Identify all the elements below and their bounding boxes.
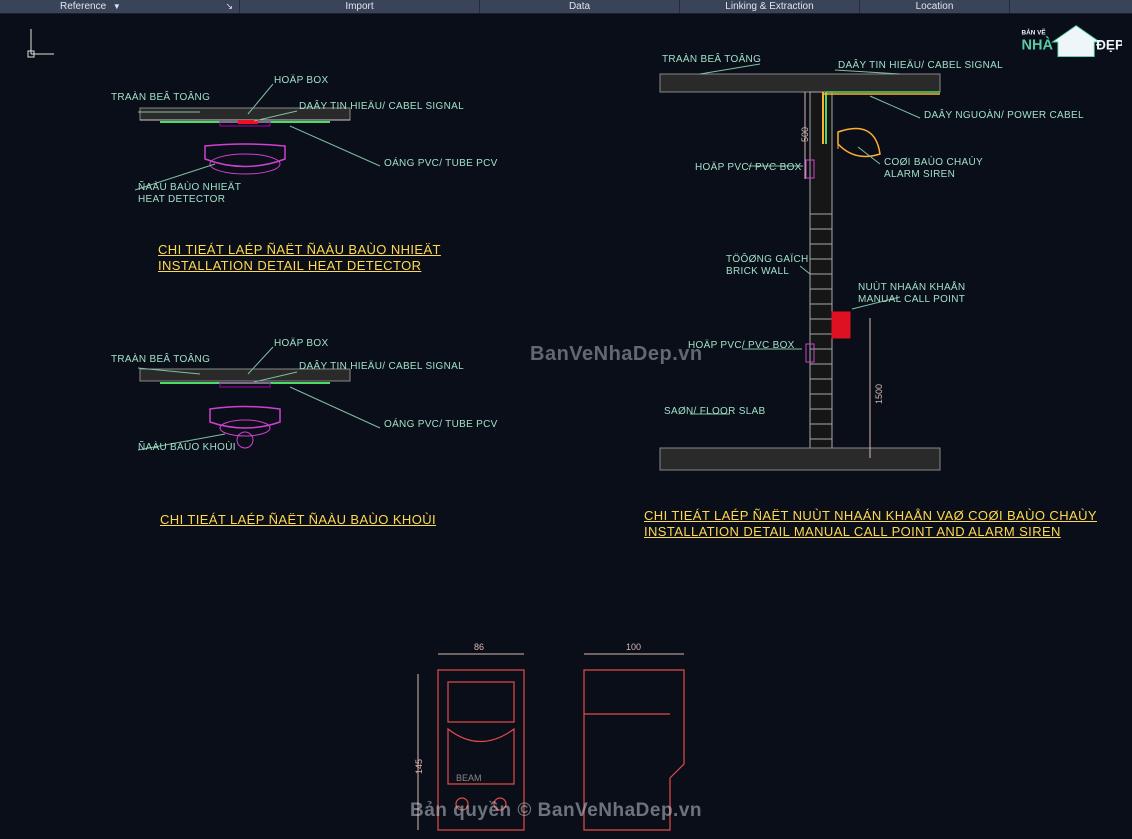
lbl2-ceiling: TRAÀN BEÂ TOÂNG <box>111 354 210 365</box>
ribbon-linking[interactable]: Linking & Extraction <box>680 0 860 13</box>
ribbon-reference[interactable]: Reference ▼ ↘ <box>0 0 240 13</box>
lbl3-pvc: HOÄP PVC/ PVC BOX <box>695 162 802 173</box>
ribbon-label: Import <box>345 1 373 12</box>
title-mcp1: CHI TIEÁT LAÉP ÑAËT NUÙT NHAÁN KHAÅN VAØ… <box>644 508 1097 523</box>
lbl3-siren2: ALARM SIREN <box>884 169 955 180</box>
title-mcp2: INSTALLATION DETAIL MANUAL CALL POINT AN… <box>644 524 1061 539</box>
lbl2-box: HOÄP BOX <box>274 338 328 349</box>
ribbon-import[interactable]: Import <box>240 0 480 13</box>
ribbon-label: Location <box>916 1 954 12</box>
lbl-det1: ÑAÀU BAÙO NHIEÄT <box>138 182 241 193</box>
ribbon-label: Data <box>569 1 590 12</box>
lbl-det2: HEAT DETECTOR <box>138 194 225 205</box>
lbl-box: HOÄP BOX <box>274 75 328 86</box>
dim4-h: 145 <box>414 759 424 774</box>
dim4-w1: 86 <box>474 642 484 652</box>
ribbon-data[interactable]: Data <box>480 0 680 13</box>
lbl3-ceiling: TRAÀN BEÂ TOÂNG <box>662 54 761 65</box>
chevron-down-icon: ▼ <box>113 2 121 11</box>
ribbon-location[interactable]: Location <box>860 0 1010 13</box>
lbl3-wall2: BRICK WALL <box>726 266 789 277</box>
lbl-ceiling: TRAÀN BEÂ TOÂNG <box>111 92 210 103</box>
drawing-canvas[interactable]: BẢN VẼ NHÀ ĐẸP <box>0 14 1132 839</box>
title-heat2: INSTALLATION DETAIL HEAT DETECTOR <box>158 258 421 273</box>
ribbon-tabs: Reference ▼ ↘ Import Data Linking & Extr… <box>0 0 1132 14</box>
lbl3-power: DAÂY NGUOÀN/ POWER CABEL <box>924 110 1084 121</box>
dialog-launcher-icon[interactable]: ↘ <box>225 1 233 12</box>
lbl3-wall1: TÖÔØNG GAÏCH <box>726 254 809 265</box>
lbl2-det: ÑAÀU BAÙO KHOÙI <box>138 442 236 453</box>
lbl2-tube: OÁNG PVC/ TUBE PCV <box>384 419 498 430</box>
lbl-tube: OÁNG PVC/ TUBE PCV <box>384 158 498 169</box>
lbl3-floor: SAØN/ FLOOR SLAB <box>664 406 766 417</box>
dim3-side: 1500 <box>874 384 884 404</box>
ribbon-label: Linking & Extraction <box>725 1 813 12</box>
title-heat1: CHI TIEÁT LAÉP ÑAËT ÑAÀU BAÙO NHIEÄT <box>158 242 441 257</box>
watermark-center: BanVeNhaDep.vn <box>530 343 703 366</box>
lbl-signal: DAÂY TIN HIEÄU/ CABEL SIGNAL <box>299 101 464 112</box>
lbl3-signal: DAÂY TIN HIEÄU/ CABEL SIGNAL <box>838 60 1003 71</box>
title-smoke: CHI TIEÁT LAÉP ÑAËT ÑAÀU BAÙO KHOÙI <box>160 512 436 527</box>
lbl3-mcp2: MANUAL CALL POINT <box>858 294 965 305</box>
lbl3-pvc2: HOÄP PVC/ PVC BOX <box>688 340 795 351</box>
watermark-bottom: Bản quyền © BanVeNhaDep.vn <box>410 800 702 822</box>
dim4-w2: 100 <box>626 642 641 652</box>
lbl3-siren1: COØI BAÙO CHAÙY <box>884 157 983 168</box>
lbl-beam: BEAM <box>456 773 482 783</box>
drawing-layer <box>0 14 1132 839</box>
ribbon-label: Reference <box>60 1 106 12</box>
lbl2-signal: DAÂY TIN HIEÄU/ CABEL SIGNAL <box>299 361 464 372</box>
dim3-top: 500 <box>800 127 810 142</box>
lbl3-mcp1: NUÙT NHAÁN KHAÅN <box>858 282 965 293</box>
